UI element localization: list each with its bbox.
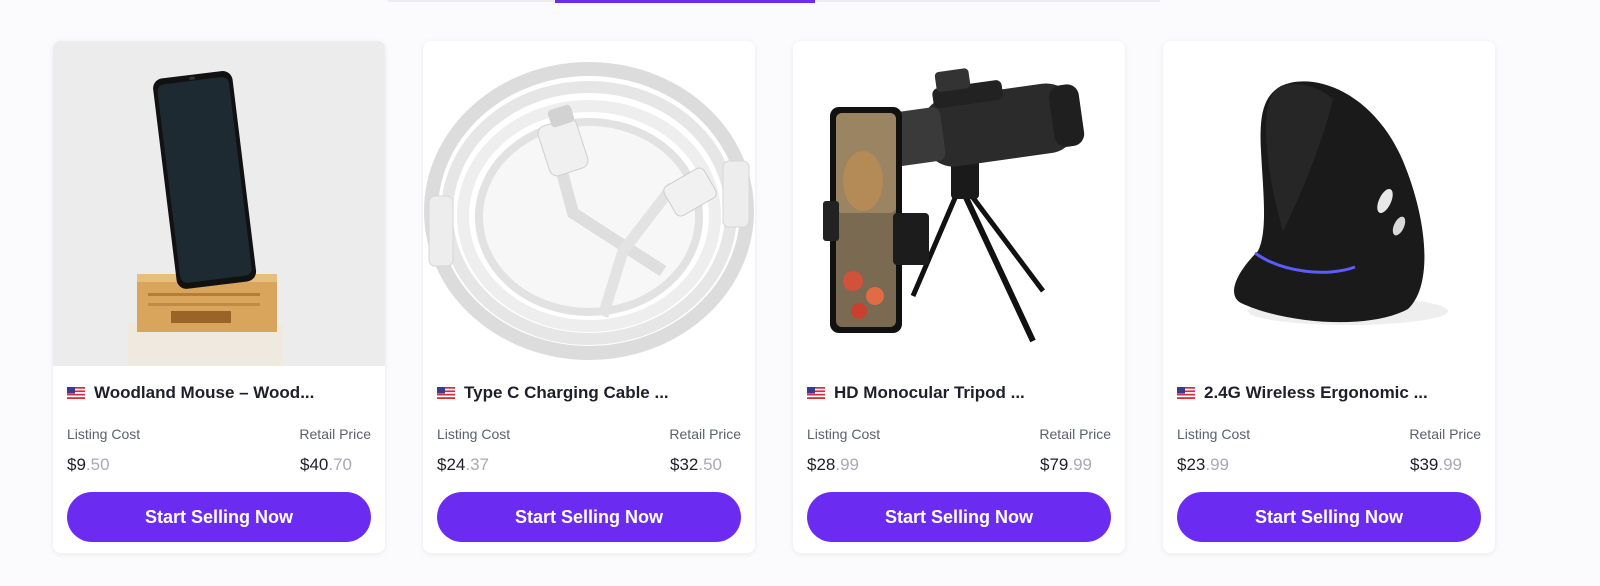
retail-price-dollars: $39: [1410, 455, 1439, 474]
retail-price-label: Retail Price: [669, 426, 741, 442]
listing-cost-dollars: $24: [437, 455, 466, 474]
listing-cost-label: Listing Cost: [1177, 426, 1251, 442]
listing-cost-value: $23.99: [1177, 455, 1229, 475]
listing-cost-label: Listing Cost: [67, 426, 141, 442]
product-card[interactable]: 2.4G Wireless Ergonomic ... Listing Cost…: [1163, 41, 1495, 553]
product-card[interactable]: Type C Charging Cable ... Listing Cost R…: [423, 41, 755, 553]
retail-price-label: Retail Price: [1409, 426, 1481, 442]
start-selling-button[interactable]: Start Selling Now: [807, 492, 1111, 542]
retail-price-value: $79.99: [1040, 455, 1092, 475]
retail-price-cents: .50: [698, 455, 723, 474]
retail-price-dollars: $32: [670, 455, 699, 474]
product-title[interactable]: HD Monocular Tripod ...: [834, 383, 1025, 403]
listing-cost-cents: .37: [465, 455, 490, 474]
listing-cost-cents: .50: [85, 455, 110, 474]
retail-price-value: $40.70: [300, 455, 352, 475]
listing-cost-label: Listing Cost: [437, 426, 511, 442]
listing-cost-label: Listing Cost: [807, 426, 881, 442]
listing-cost-value: $9.50: [67, 455, 110, 475]
listing-cost-cents: .99: [1205, 455, 1230, 474]
start-selling-button[interactable]: Start Selling Now: [437, 492, 741, 542]
retail-price-cents: .99: [1068, 455, 1093, 474]
product-card[interactable]: HD Monocular Tripod ... Listing Cost Ret…: [793, 41, 1125, 553]
phone-on-wooden-stand-image[interactable]: [53, 41, 385, 366]
product-title-row: HD Monocular Tripod ...: [807, 383, 1025, 403]
retail-price-value: $39.99: [1410, 455, 1462, 475]
listing-cost-cents: .99: [835, 455, 860, 474]
tab-active-indicator: [555, 0, 815, 3]
retail-price-value: $32.50: [670, 455, 722, 475]
product-title-row: Woodland Mouse – Wood...: [67, 383, 314, 403]
retail-price-label: Retail Price: [1039, 426, 1111, 442]
product-title[interactable]: Type C Charging Cable ...: [464, 383, 669, 403]
listing-cost-dollars: $28: [807, 455, 836, 474]
retail-price-label: Retail Price: [299, 426, 371, 442]
retail-price-cents: .99: [1438, 455, 1463, 474]
us-flag-icon: [807, 387, 825, 399]
start-selling-button[interactable]: Start Selling Now: [1177, 492, 1481, 542]
listing-cost-dollars: $23: [1177, 455, 1206, 474]
listing-cost-value: $28.99: [807, 455, 859, 475]
vertical-ergonomic-mouse-image[interactable]: [1163, 41, 1495, 366]
start-selling-button[interactable]: Start Selling Now: [67, 492, 371, 542]
product-title[interactable]: 2.4G Wireless Ergonomic ...: [1204, 383, 1428, 403]
product-card[interactable]: Woodland Mouse – Wood... Listing Cost Re…: [53, 41, 385, 553]
us-flag-icon: [437, 387, 455, 399]
listing-cost-dollars: $9: [67, 455, 86, 474]
white-usb-c-cable-image[interactable]: [423, 41, 755, 366]
retail-price-cents: .70: [328, 455, 353, 474]
retail-price-dollars: $40: [300, 455, 329, 474]
us-flag-icon: [1177, 387, 1195, 399]
retail-price-dollars: $79: [1040, 455, 1069, 474]
product-title-row: Type C Charging Cable ...: [437, 383, 669, 403]
product-title-row: 2.4G Wireless Ergonomic ...: [1177, 383, 1428, 403]
monocular-tripod-image[interactable]: [793, 41, 1125, 366]
product-title[interactable]: Woodland Mouse – Wood...: [94, 383, 314, 403]
us-flag-icon: [67, 387, 85, 399]
listing-cost-value: $24.37: [437, 455, 489, 475]
product-grid: Woodland Mouse – Wood... Listing Cost Re…: [53, 41, 1495, 553]
